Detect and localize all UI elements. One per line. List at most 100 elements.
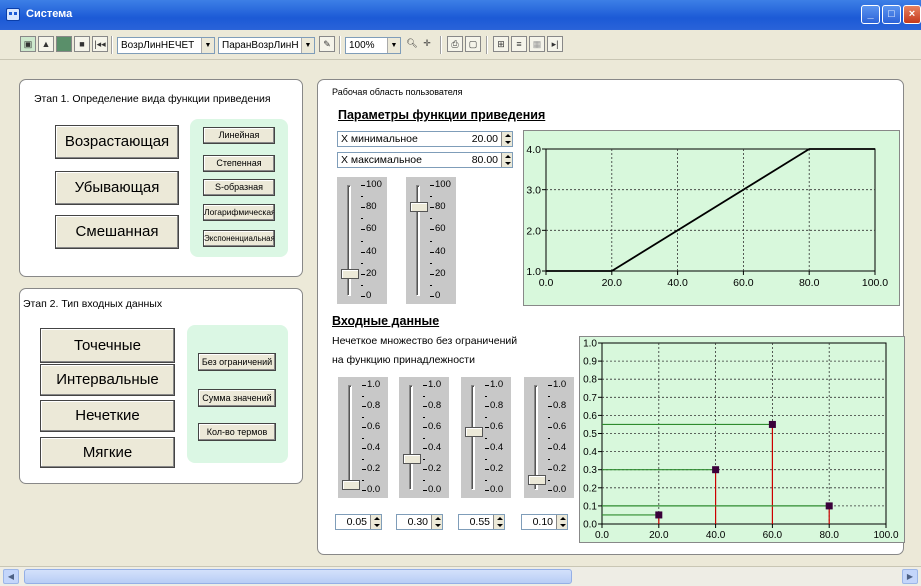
- power-button[interactable]: Степенная: [203, 155, 275, 172]
- increasing-button[interactable]: Возрастающая: [55, 125, 179, 159]
- stop-icon[interactable]: ■: [74, 36, 90, 52]
- title-bar: Система _ □ ×: [0, 0, 921, 30]
- logarithmic-button[interactable]: Логарифмическая: [203, 204, 275, 221]
- no-limits-button[interactable]: Без ограничений: [198, 353, 276, 371]
- chevron-down-icon[interactable]: ▼: [301, 38, 314, 53]
- x-min-slider[interactable]: 100 80 60 40 20 0: [337, 177, 387, 304]
- slider-tick: [430, 207, 434, 209]
- slider-minor-tick: [430, 240, 432, 242]
- membership-value-spin-4[interactable]: 0.10: [521, 514, 568, 530]
- slider-thumb[interactable]: [465, 427, 483, 438]
- x-max-spin[interactable]: X максимальное 80.00: [337, 152, 513, 168]
- slider-tick-label: 0.0: [428, 484, 442, 495]
- exponential-button[interactable]: Экспоненциальная: [203, 230, 275, 247]
- y-tick-label: 1.0: [583, 339, 597, 350]
- slider-tick-label: 0.6: [490, 421, 504, 432]
- linear-button[interactable]: Линейная: [203, 127, 275, 144]
- first-record-icon[interactable]: |◂◂: [92, 36, 108, 52]
- function-form-group: Линейная Степенная S-образная Логарифмич…: [190, 119, 288, 257]
- x-tick-label: 80.0: [799, 277, 820, 289]
- mixed-button[interactable]: Смешанная: [55, 215, 179, 249]
- spin-updown-icon[interactable]: [431, 515, 442, 529]
- slider-tick-label: 20: [366, 267, 377, 279]
- spin-updown-icon[interactable]: [370, 515, 381, 529]
- membership-slider-3[interactable]: 1.0 0.8 0.6 0.4 0.2 0.0: [461, 377, 511, 498]
- spin-updown-icon[interactable]: [501, 132, 512, 146]
- spin-updown-icon[interactable]: [556, 515, 567, 529]
- membership-value-spin-2[interactable]: 0.30: [396, 514, 443, 530]
- slider-tick: [423, 490, 427, 491]
- slider-tick: [548, 448, 552, 449]
- print-preview-icon[interactable]: ▲: [38, 36, 54, 52]
- slider-tick-label: 0.8: [367, 400, 381, 411]
- zoom-combo[interactable]: 100% ▼: [345, 37, 401, 54]
- slider-minor-tick: [485, 458, 487, 460]
- move-icon[interactable]: ✛: [419, 36, 435, 52]
- slider-tick-label: 0.6: [428, 421, 442, 432]
- slider-tick-label: 0: [366, 290, 372, 301]
- membership-slider-1[interactable]: 1.0 0.8 0.6 0.4 0.2 0.0: [338, 377, 388, 498]
- term-count-button[interactable]: Кол-во термов: [198, 423, 276, 441]
- slider-thumb[interactable]: [341, 268, 359, 279]
- slider-thumb[interactable]: [410, 202, 428, 213]
- scroll-right-icon[interactable]: ▶: [902, 569, 918, 584]
- open-icon[interactable]: ▣: [20, 36, 36, 52]
- membership-slider-2[interactable]: 1.0 0.8 0.6 0.4 0.2 0.0: [399, 377, 449, 498]
- print-icon[interactable]: ⎙: [447, 36, 463, 52]
- y-tick-label: 4.0: [526, 144, 541, 156]
- fuzzy-button[interactable]: Нечеткие: [40, 400, 175, 432]
- edit-icon[interactable]: ✎: [319, 36, 335, 52]
- x-max-slider[interactable]: 100 80 60 40 20 0: [406, 177, 456, 304]
- x-min-value: 20.00: [471, 133, 498, 145]
- slider-minor-tick: [485, 416, 487, 418]
- function-combo[interactable]: ВозрЛинНЕЧЕТ ▼: [117, 37, 215, 54]
- grid-icon[interactable]: ▦: [529, 36, 545, 52]
- page-icon[interactable]: ▢: [465, 36, 481, 52]
- sum-values-button[interactable]: Сумма значений: [198, 389, 276, 407]
- chevron-down-icon[interactable]: ▼: [387, 38, 400, 53]
- slider-thumb[interactable]: [528, 474, 546, 485]
- membership-value-spin-1[interactable]: 0.05: [335, 514, 382, 530]
- scroll-left-icon[interactable]: ◀: [3, 569, 19, 584]
- membership-slider-4[interactable]: 1.0 0.8 0.6 0.4 0.2 0.0: [524, 377, 574, 498]
- function-chart: 0.0 20.0 40.0 60.0 80.0 100.0 1.0 2.0 3.0 4.0: [523, 130, 900, 306]
- horizontal-scrollbar[interactable]: ◀ ▶: [0, 566, 921, 586]
- zoom-search-icon[interactable]: 🔍︎: [404, 36, 420, 52]
- slider-tick-label: 80: [366, 201, 377, 213]
- stage2-title: Этап 2. Тип входных данных: [23, 298, 163, 310]
- membership-value-spin-3[interactable]: 0.55: [458, 514, 505, 530]
- membership-value: 0.05: [346, 516, 367, 528]
- spin-updown-icon[interactable]: [501, 153, 512, 167]
- slider-tick: [362, 469, 366, 470]
- parameter-combo[interactable]: ПаранВозрЛинН ▼: [218, 37, 315, 54]
- decreasing-button[interactable]: Убывающая: [55, 171, 179, 205]
- chevron-down-icon[interactable]: ▼: [201, 38, 214, 53]
- y-tick-label: 0.3: [583, 465, 597, 476]
- scroll-thumb[interactable]: [24, 569, 572, 584]
- slider-minor-tick: [485, 479, 487, 481]
- layout-icon[interactable]: ⊞: [493, 36, 509, 52]
- point-values-button[interactable]: Точечные значения: [40, 328, 175, 387]
- membership-chart: 0.0 20.0 40.0 60.0 80.0 100.0 0.0 0.1 0.2 0.3 0.4 0…: [579, 336, 905, 543]
- save-icon[interactable]: [56, 36, 72, 52]
- soft-button[interactable]: Мягкие: [40, 437, 175, 468]
- slider-minor-tick: [362, 416, 364, 418]
- slider-tick-label: 0.8: [490, 400, 504, 411]
- minimize-button[interactable]: _: [861, 5, 880, 24]
- membership-point: [712, 466, 720, 474]
- x-tick-label: 0.0: [595, 530, 609, 541]
- y-tick-label: 0.9: [583, 357, 597, 368]
- maximize-button[interactable]: □: [882, 5, 901, 24]
- columns-icon[interactable]: ▸|: [547, 36, 563, 52]
- membership-value: 0.55: [469, 516, 490, 528]
- s-shaped-button[interactable]: S-образная: [203, 179, 275, 196]
- y-tick-label: 0.8: [583, 375, 597, 386]
- spin-updown-icon[interactable]: [493, 515, 504, 529]
- slider-tick: [361, 229, 365, 231]
- interval-button[interactable]: Интервальные: [40, 364, 175, 396]
- x-min-spin[interactable]: X минимальное 20.00: [337, 131, 513, 147]
- list-icon[interactable]: ≡: [511, 36, 527, 52]
- close-button[interactable]: ×: [903, 5, 921, 24]
- slider-thumb[interactable]: [342, 479, 360, 490]
- slider-thumb[interactable]: [403, 453, 421, 464]
